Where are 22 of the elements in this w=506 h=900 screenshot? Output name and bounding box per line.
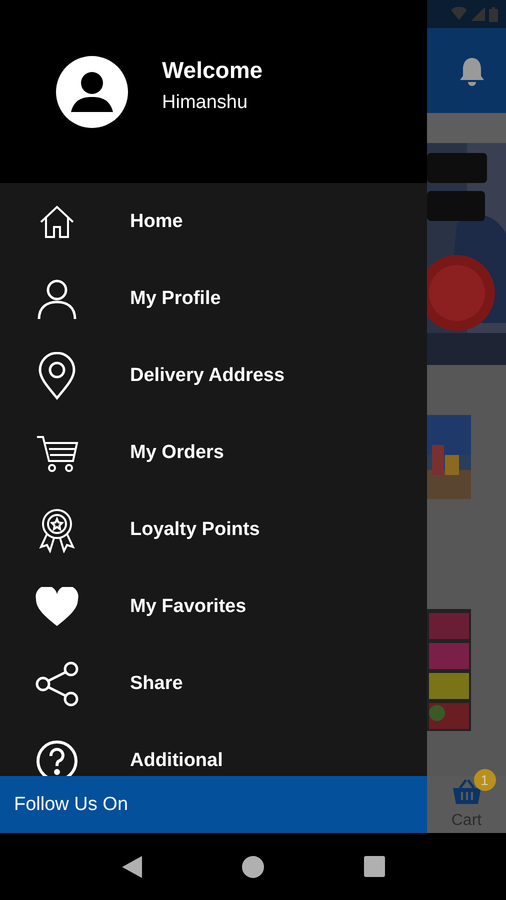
menu-item[interactable]: Additional	[130, 750, 223, 772]
signal-icon	[471, 7, 485, 21]
home-circle-icon[interactable]	[242, 856, 264, 878]
share-icon	[35, 660, 79, 706]
menu-item[interactable]: My Favorites	[130, 596, 246, 618]
menu-item[interactable]: Share	[130, 672, 183, 694]
user-name: Himanshu	[162, 92, 249, 114]
menu-item[interactable]: Home	[130, 210, 183, 232]
back-icon[interactable]	[122, 856, 142, 878]
avatar-icon	[56, 56, 128, 128]
follow-us-bar[interactable]: Follow Us On	[0, 776, 427, 833]
menu-item[interactable]: Delivery Address	[130, 364, 285, 386]
menu-item[interactable]: My Profile	[130, 288, 221, 310]
wifi-icon	[451, 7, 467, 21]
battery-icon	[489, 6, 498, 22]
help-icon	[35, 738, 79, 776]
heart-icon	[35, 586, 79, 626]
menu-item[interactable]: Loyalty Points	[130, 518, 260, 540]
welcome-title: Welcome	[162, 57, 263, 84]
recents-icon[interactable]	[364, 856, 384, 877]
notification-bell-icon[interactable]	[458, 56, 486, 86]
menu-item[interactable]: My Orders	[130, 442, 224, 464]
